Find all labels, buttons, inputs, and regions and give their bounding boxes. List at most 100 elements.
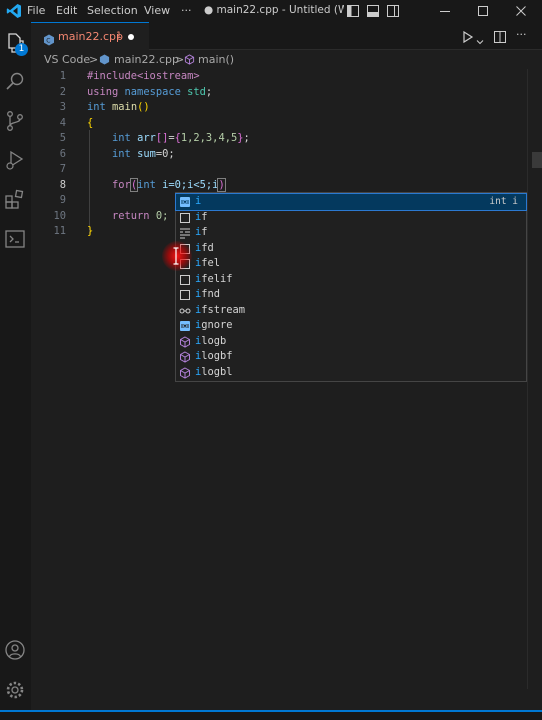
maximize-icon[interactable] xyxy=(476,4,490,18)
source-control-icon[interactable] xyxy=(3,109,27,133)
suggest-widget: i int i if if ifd ifel ifelif ifnd ifstr… xyxy=(175,192,527,382)
method-cube-icon xyxy=(184,54,195,68)
code-line-6: int sum=0; xyxy=(87,147,175,162)
editor-actions: ··· xyxy=(462,29,532,45)
include-header: <iostream> xyxy=(137,70,200,82)
suggestion-rest: logbl xyxy=(201,365,233,378)
settings-gear-icon[interactable] xyxy=(3,678,27,702)
account-icon[interactable] xyxy=(3,638,27,662)
explorer-badge: 1 xyxy=(15,43,28,56)
run-dropdown-chevron-icon[interactable] xyxy=(476,31,484,50)
menu-edit[interactable]: Edit xyxy=(56,4,77,17)
suggestion-item[interactable]: ifstream xyxy=(176,303,526,319)
suggestion-rest: fd xyxy=(201,241,214,254)
explorer-icon[interactable]: 1 xyxy=(3,31,28,56)
menu-selection[interactable]: Selection xyxy=(87,4,138,17)
split-editor-icon[interactable] xyxy=(493,29,507,48)
breadcrumb-symbol[interactable]: main() xyxy=(198,53,234,66)
cpp-file-icon xyxy=(99,54,110,68)
suggestion-rest: fnd xyxy=(201,288,221,300)
suggestion-rest: f xyxy=(201,210,208,223)
minimize-icon[interactable] xyxy=(438,4,452,18)
suggestion-rest: fel xyxy=(201,257,221,269)
variable-icon xyxy=(179,196,191,208)
breadcrumb-file[interactable]: main22.cpp xyxy=(114,53,179,66)
ibeam-cursor-icon xyxy=(173,247,179,265)
suggestion-match: i xyxy=(195,195,202,207)
breadcrumb: VS Code > main22.cpp > main() xyxy=(31,50,542,69)
code-line-4: { xyxy=(87,116,93,131)
suggestion-item[interactable]: if xyxy=(176,225,526,241)
keyword-square-icon xyxy=(179,289,191,301)
type-int: int xyxy=(112,147,131,160)
toggle-panel-bottom-icon[interactable] xyxy=(366,4,380,18)
run-debug-icon[interactable] xyxy=(3,148,27,172)
unsaved-dot-icon[interactable] xyxy=(128,34,134,40)
scrollbar-thumb[interactable] xyxy=(532,152,542,168)
suggestion-item[interactable]: ifnd xyxy=(176,287,526,303)
line-number: 10 xyxy=(53,209,66,222)
type-int: int xyxy=(87,101,106,113)
code-line-8: for(int i=0;i<5;i) xyxy=(87,177,226,193)
more-actions-icon[interactable]: ··· xyxy=(516,29,527,41)
method-cube-icon xyxy=(179,366,191,379)
menu-more[interactable]: ··· xyxy=(181,4,192,17)
var-arr: arr xyxy=(137,132,156,144)
suggestion-item[interactable]: ifelif xyxy=(176,272,526,288)
parens: () xyxy=(137,101,150,113)
suggestion-item[interactable]: ilogbf xyxy=(176,349,526,365)
tab-bar: C main22.cpp 1 ··· xyxy=(31,22,542,50)
activity-bar: 1 xyxy=(0,22,31,710)
line-number: 2 xyxy=(59,85,66,98)
menu-view[interactable]: View xyxy=(144,4,170,17)
code-line-2: using namespace std; xyxy=(87,85,212,100)
suggestion-item[interactable]: ifel xyxy=(176,256,526,272)
keyword-square-icon xyxy=(179,212,191,224)
close-icon[interactable] xyxy=(514,4,528,18)
breadcrumb-separator: > xyxy=(89,53,99,66)
suggestion-detail: int i xyxy=(489,196,518,207)
suggestion-rest: felif xyxy=(201,272,233,285)
suggestion-rest: fstream xyxy=(201,303,246,316)
sum-init: =0; xyxy=(155,147,175,160)
extensions-icon[interactable] xyxy=(3,188,27,212)
keyword-for: for xyxy=(112,178,131,191)
close-brace: } xyxy=(87,225,94,237)
suggestion-item[interactable]: if xyxy=(176,210,526,226)
search-icon[interactable] xyxy=(3,70,27,94)
suggestion-item[interactable]: ifd xyxy=(176,241,526,257)
line-number: 5 xyxy=(59,132,66,144)
breadcrumb-root[interactable]: VS Code xyxy=(44,53,90,66)
line-number: 11 xyxy=(53,225,66,237)
open-brace: { xyxy=(87,116,94,129)
function-main: main xyxy=(112,101,138,113)
line-number: 7 xyxy=(59,163,66,175)
toggle-panel-right-icon[interactable] xyxy=(386,4,400,18)
tab-label: main22.cpp xyxy=(58,30,123,43)
vscode-logo-icon xyxy=(6,3,22,19)
keyword-using: using xyxy=(87,85,119,98)
toggle-panel-left-icon[interactable] xyxy=(346,4,360,18)
terminal-icon[interactable] xyxy=(3,227,27,251)
suggestion-item[interactable]: ilogbl xyxy=(176,365,526,381)
suggestion-rest: logb xyxy=(201,334,227,347)
var-sum: sum xyxy=(137,147,156,160)
line-number-current: 8 xyxy=(59,178,66,191)
status-bar xyxy=(0,710,542,720)
tab-problem-count: 1 xyxy=(116,31,122,41)
type-int: int xyxy=(112,132,131,144)
suggestion-item[interactable]: ilogb xyxy=(176,334,526,350)
line-number: 4 xyxy=(59,116,66,129)
suggestion-rest: logbf xyxy=(201,350,233,362)
text-cursor xyxy=(224,178,226,191)
run-file-icon[interactable] xyxy=(462,29,474,48)
suggestion-item[interactable]: ignore xyxy=(176,318,526,334)
suggestion-rest: f xyxy=(201,226,208,238)
suggestion-item[interactable]: i int i xyxy=(175,193,527,211)
tab-main22-cpp[interactable]: C main22.cpp 1 xyxy=(31,22,149,50)
code-line-10: return 0; xyxy=(87,209,168,224)
menu-file[interactable]: File xyxy=(27,4,45,17)
semicolon: ; xyxy=(205,85,213,98)
keyword-square-icon xyxy=(179,274,191,286)
breadcrumb-separator: > xyxy=(175,53,185,66)
